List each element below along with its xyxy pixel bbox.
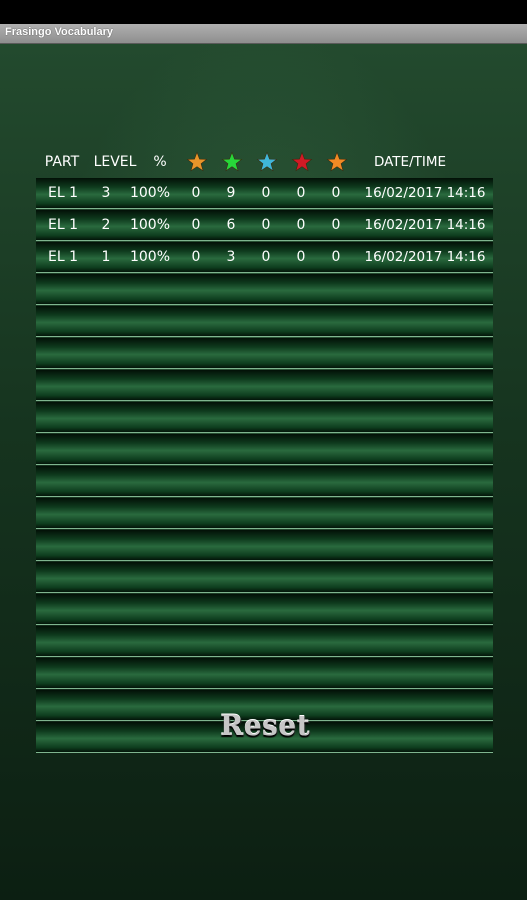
red-star-icon <box>291 151 313 172</box>
table-row <box>36 370 493 400</box>
row-orange-star-count: 0 <box>191 185 201 201</box>
table-row <box>36 402 493 432</box>
row-date-time: 16/02/2017 14:16 <box>364 185 486 201</box>
row-green-star-count: 9 <box>226 185 236 201</box>
table-row <box>36 530 493 560</box>
blue-star-icon <box>256 151 278 172</box>
table-row <box>36 274 493 304</box>
row-orange-star-count: 0 <box>191 249 201 265</box>
row-percent: 100% <box>129 185 171 201</box>
table-row <box>36 434 493 464</box>
row-orange-star-count: 0 <box>191 217 201 233</box>
row-part: EL 1 <box>47 249 78 265</box>
row-green-star-count: 6 <box>226 217 236 233</box>
row-percent: 100% <box>129 217 171 233</box>
table-row <box>36 306 493 336</box>
row-blue-star-count: 0 <box>261 217 271 233</box>
row-percent: 100% <box>129 249 171 265</box>
header-percent: % <box>153 154 167 170</box>
table-header: PART LEVEL % DATE/TIME <box>36 144 493 178</box>
reset-button[interactable]: Reset <box>190 704 340 746</box>
app-content: PART LEVEL % DATE/TIME EL 1 3 100% 0 9 0 0 0 16/… <box>0 44 527 900</box>
table-rows: EL 1 3 100% 0 9 0 0 0 16/02/2017 14:16 EL 1 2 100% 0… <box>36 178 493 754</box>
header-date-time: DATE/TIME <box>373 154 447 170</box>
table-row: EL 1 1 100% 0 3 0 0 0 16/02/2017 14:16 <box>36 242 493 272</box>
row-red-star-count: 0 <box>296 185 306 201</box>
row-part: EL 1 <box>47 217 78 233</box>
table-row <box>36 594 493 624</box>
row-date-time: 16/02/2017 14:16 <box>364 249 486 265</box>
orange-star-icon <box>326 151 348 172</box>
app-title: Frasingo Vocabulary <box>5 26 113 38</box>
row-orange2-star-count: 0 <box>331 185 341 201</box>
row-green-star-count: 3 <box>226 249 236 265</box>
status-bar <box>0 0 527 24</box>
orange-star-icon <box>186 151 208 172</box>
green-star-icon <box>221 151 243 172</box>
row-level: 2 <box>101 217 111 233</box>
table-row <box>36 562 493 592</box>
table-row <box>36 466 493 496</box>
row-level: 3 <box>101 185 111 201</box>
table-row <box>36 658 493 688</box>
header-part: PART <box>44 154 80 170</box>
table-row <box>36 626 493 656</box>
row-date-time: 16/02/2017 14:16 <box>364 217 486 233</box>
row-blue-star-count: 0 <box>261 249 271 265</box>
table-row: EL 1 2 100% 0 6 0 0 0 16/02/2017 14:16 <box>36 210 493 240</box>
row-red-star-count: 0 <box>296 249 306 265</box>
table-row <box>36 498 493 528</box>
row-level: 1 <box>101 249 111 265</box>
row-orange2-star-count: 0 <box>331 249 341 265</box>
row-red-star-count: 0 <box>296 217 306 233</box>
table-row: EL 1 3 100% 0 9 0 0 0 16/02/2017 14:16 <box>36 178 493 208</box>
header-level: LEVEL <box>93 154 137 170</box>
row-blue-star-count: 0 <box>261 185 271 201</box>
row-orange2-star-count: 0 <box>331 217 341 233</box>
table-row <box>36 338 493 368</box>
row-part: EL 1 <box>47 185 78 201</box>
title-bar: Frasingo Vocabulary <box>0 24 527 44</box>
